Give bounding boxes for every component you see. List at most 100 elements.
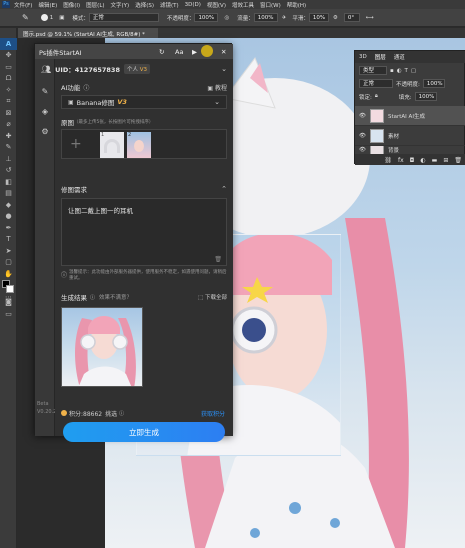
menu-item-plugins[interactable]: 增效工具 <box>232 1 254 9</box>
tab-channels[interactable]: 通道 <box>394 53 405 61</box>
quick-mask-icon[interactable]: ◙ <box>0 296 17 308</box>
symmetry-icon[interactable]: ⟷ <box>366 15 374 21</box>
layer-row-startai[interactable]: 👁︎ StartAI AI生成 <box>355 106 465 126</box>
airbrush-icon[interactable]: ✈ <box>282 15 287 21</box>
menu-item-select[interactable]: 选择(S) <box>135 1 154 9</box>
fx-icon[interactable]: fx <box>398 157 404 164</box>
filter-pixel-icon[interactable]: ▪ <box>390 68 394 74</box>
tab-layers[interactable]: 图层 <box>375 53 386 61</box>
layer-row-material[interactable]: 👁︎ 素材 <box>355 126 465 146</box>
link-layers-icon[interactable]: ⛓ <box>384 157 392 164</box>
angle-field[interactable]: 0° <box>343 13 360 22</box>
tab-3d[interactable]: 3D <box>359 54 367 60</box>
filter-adjust-icon[interactable]: ◐ <box>397 68 402 74</box>
chevron-down-icon[interactable]: ⌄ <box>221 65 227 73</box>
screen-mode-icon[interactable]: ▭ <box>0 308 17 320</box>
delete-layer-icon[interactable]: 🗑︎ <box>454 157 462 164</box>
prompt-textarea[interactable]: 让图二戴上图一的耳机 🗑︎ <box>61 198 227 266</box>
model-select[interactable]: ▣ Banana修图 V3 ⌄ <box>61 95 227 109</box>
download-all-button[interactable]: ⬚ 下载全部 <box>198 293 227 301</box>
brush-tool-icon-side[interactable]: ✎ <box>0 142 17 154</box>
clear-trash-icon[interactable]: 🗑︎ <box>214 256 222 263</box>
result-thumbnail[interactable] <box>61 307 143 387</box>
generate-button[interactable]: 立即生成 <box>63 422 225 442</box>
opacity-field[interactable]: 100% <box>194 13 219 22</box>
layer-fill-field[interactable]: 100% <box>414 92 437 101</box>
layer-name[interactable]: 背景 <box>388 146 399 154</box>
pressure-opacity-icon[interactable]: ◎ <box>224 15 229 21</box>
info-icon[interactable]: ⓘ <box>83 83 89 92</box>
menu-item-view[interactable]: 视图(V) <box>207 1 226 9</box>
brush-preset-picker[interactable] <box>40 14 48 21</box>
dodge-tool-icon[interactable]: ● <box>0 211 17 223</box>
source-thumb-1[interactable]: 1 <box>100 132 124 158</box>
lock-icon[interactable]: 🔒︎ <box>375 93 378 100</box>
requirement-header[interactable]: 修图需求 ⌃ <box>55 183 233 195</box>
result-question[interactable]: 效果不满意？ <box>99 293 132 301</box>
pin-icon[interactable]: ▶ <box>192 48 197 56</box>
menu-item-type[interactable]: 文字(Y) <box>111 1 130 9</box>
eyedropper-tool-icon[interactable]: ⌀ <box>0 119 17 131</box>
visibility-eye-icon[interactable]: 👁︎ <box>359 147 366 153</box>
startai-tool-icon[interactable]: A <box>0 38 17 50</box>
adjustment-icon[interactable]: ◐ <box>420 157 425 164</box>
layer-kind-select[interactable]: 类型 <box>359 66 387 75</box>
frame-tool-icon[interactable]: ⊠ <box>0 107 17 119</box>
hand-tool-icon[interactable]: ✋ <box>0 268 17 280</box>
new-layer-icon[interactable]: ⊞ <box>443 157 448 164</box>
sidebar-layers-icon[interactable]: ◈ <box>35 101 55 121</box>
chevron-up-icon[interactable]: ⌃ <box>221 185 227 193</box>
crop-tool-icon[interactable]: ⌗ <box>0 96 17 108</box>
visibility-eye-icon[interactable]: 👁︎ <box>359 113 366 119</box>
background-color-swatch[interactable] <box>6 285 14 293</box>
quick-select-tool-icon[interactable]: ✧ <box>0 84 17 96</box>
gradient-tool-icon[interactable]: ▤ <box>0 188 17 200</box>
menu-item-window[interactable]: 窗口(W) <box>260 1 281 9</box>
mode-select[interactable]: 正常 <box>88 13 159 22</box>
eraser-tool-icon[interactable]: ◧ <box>0 176 17 188</box>
tutorial-link[interactable]: ▣ 教程 <box>207 83 227 92</box>
get-points-link[interactable]: 获取积分 <box>201 409 225 418</box>
layer-name[interactable]: 素材 <box>388 132 399 140</box>
add-image-icon[interactable]: + <box>70 136 82 152</box>
filter-shape-icon[interactable]: ▢ <box>411 68 416 74</box>
filter-type-icon[interactable]: T <box>405 68 408 74</box>
clone-stamp-tool-icon[interactable]: ⊥ <box>0 153 17 165</box>
layer-opacity-field[interactable]: 100% <box>422 79 445 88</box>
flow-field[interactable]: 100% <box>253 13 278 22</box>
menu-item-edit[interactable]: 编辑(E) <box>38 1 57 9</box>
type-tool-icon[interactable]: T <box>0 234 17 246</box>
brush-settings-icon[interactable]: ▣ <box>59 15 64 21</box>
font-size-icon[interactable]: Aa <box>175 48 183 56</box>
status-dot-icon[interactable] <box>201 45 213 57</box>
mask-icon[interactable]: ◘ <box>410 157 415 164</box>
brush-tool-icon[interactable]: ✎ <box>22 13 29 22</box>
refresh-icon[interactable]: ↻ <box>159 48 164 56</box>
path-select-tool-icon[interactable]: ➤ <box>0 245 17 257</box>
move-tool-icon[interactable]: ✥ <box>0 50 17 62</box>
layer-name[interactable]: StartAI AI生成 <box>388 112 425 120</box>
menu-item-3d[interactable]: 3D(D) <box>185 2 201 8</box>
group-folder-icon[interactable]: ▬ <box>432 157 438 164</box>
lasso-tool-icon[interactable]: ᗝ <box>0 73 17 85</box>
layer-blend-mode-select[interactable]: 正常 <box>359 79 393 88</box>
menu-item-layer[interactable]: 图层(L) <box>86 1 104 9</box>
menu-item-image[interactable]: 图像(I) <box>63 1 80 9</box>
smoothing-gear-icon[interactable]: ⚙ <box>333 15 338 21</box>
smooth-field[interactable]: 10% <box>308 13 329 22</box>
marquee-tool-icon[interactable]: ▭ <box>0 61 17 73</box>
source-thumb-2[interactable]: 2 <box>127 132 151 158</box>
sidebar-settings-icon[interactable]: ⚙ <box>35 121 55 141</box>
close-icon[interactable]: ✕ <box>221 48 226 56</box>
pen-tool-icon[interactable]: ✒ <box>0 222 17 234</box>
menu-item-file[interactable]: 文件(F) <box>14 1 32 9</box>
history-brush-tool-icon[interactable]: ↺ <box>0 165 17 177</box>
sidebar-brush-icon[interactable]: ✎ <box>35 81 55 101</box>
healing-brush-tool-icon[interactable]: ✚ <box>0 130 17 142</box>
document-tab[interactable]: 图示.psd @ 59.1% (StartAI AI生成, RGB/8#) * <box>18 28 158 38</box>
menu-item-filter[interactable]: 滤镜(T) <box>160 1 179 9</box>
blur-tool-icon[interactable]: ◆ <box>0 199 17 211</box>
visibility-eye-icon[interactable]: 👁︎ <box>359 133 366 139</box>
shape-tool-icon[interactable]: ▢ <box>0 257 17 269</box>
menu-item-help[interactable]: 帮助(H) <box>287 1 306 9</box>
